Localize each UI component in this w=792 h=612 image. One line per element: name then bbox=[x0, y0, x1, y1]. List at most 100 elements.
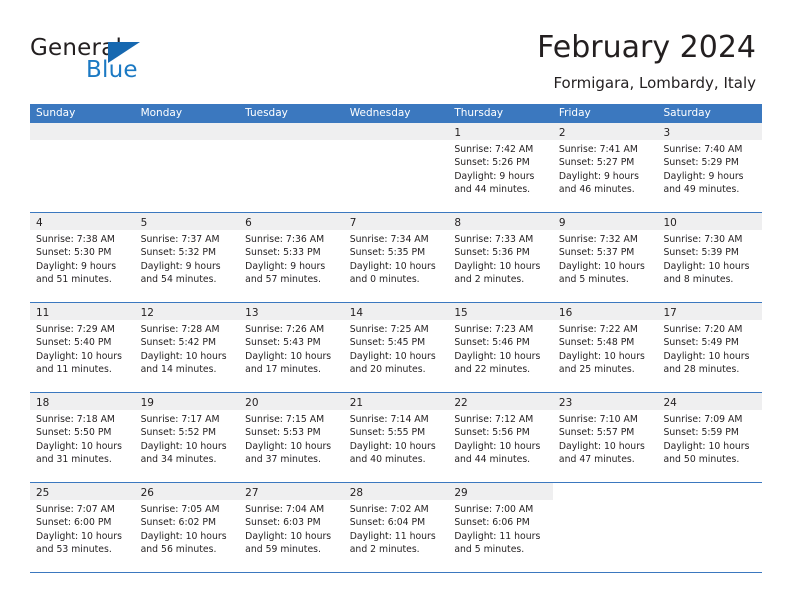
day-daylight2-text: and 49 minutes. bbox=[663, 184, 740, 196]
day-number: 8 bbox=[454, 217, 461, 229]
day-daylight1-text: Daylight: 10 hours bbox=[36, 350, 122, 362]
day-cell-21[interactable]: 21 Sunrise: 7:14 AM Sunset: 5:55 PM Dayligh… bbox=[343, 393, 449, 482]
day-details: Sunrise: 7:37 AM Sunset: 5:32 PM Daylight:… bbox=[135, 230, 240, 287]
day-number: 18 bbox=[36, 397, 50, 409]
day-cell-25[interactable]: 25 Sunrise: 7:07 AM Sunset: 6:00 PM Dayligh… bbox=[30, 483, 135, 572]
day-cell-12[interactable]: 12 Sunrise: 7:28 AM Sunset: 5:42 PM Dayligh… bbox=[134, 303, 240, 392]
day-cell-17[interactable]: 17 Sunrise: 7:20 AM Sunset: 5:49 PM Dayligh… bbox=[657, 303, 763, 392]
day-number: 28 bbox=[349, 487, 364, 499]
day-daylight2-text: and 2 minutes. bbox=[349, 544, 420, 556]
day-sunrise-text: Sunrise: 7:36 AM bbox=[245, 234, 325, 245]
day-sunrise-text: Sunrise: 7:42 AM bbox=[454, 144, 534, 155]
day-daylight2-text: and 53 minutes. bbox=[36, 544, 112, 556]
page-header: General Blue February 2024 Formigara, Lo… bbox=[0, 0, 792, 100]
brand-name-blue: Blue bbox=[86, 57, 138, 83]
day-cell-3[interactable]: 3 Sunrise: 7:40 AM Sunset: 5:29 PM Daylight… bbox=[657, 123, 763, 212]
day-cell-8[interactable]: 8 Sunrise: 7:33 AM Sunset: 5:36 PM Daylight… bbox=[448, 213, 553, 302]
day-number: 24 bbox=[663, 397, 677, 409]
day-daylight1-text: Daylight: 9 hours bbox=[245, 260, 326, 272]
day-number: 26 bbox=[140, 487, 154, 499]
day-number-band: 2 bbox=[552, 123, 658, 140]
day-details: Sunrise: 7:34 AM Sunset: 5:35 PM Daylight:… bbox=[344, 230, 449, 287]
day-daylight2-text: and 57 minutes. bbox=[245, 274, 321, 286]
day-daylight2-text: and 28 minutes. bbox=[663, 364, 740, 376]
day-number: 16 bbox=[558, 307, 573, 319]
day-cell-1[interactable]: 1 Sunrise: 7:42 AM Sunset: 5:26 PM Daylight… bbox=[448, 123, 553, 212]
day-daylight2-text: and 25 minutes. bbox=[558, 364, 635, 376]
day-cell-23[interactable]: 23 Sunrise: 7:10 AM Sunset: 5:57 PM Dayligh… bbox=[552, 393, 658, 482]
day-cell-26[interactable]: 26 Sunrise: 7:05 AM Sunset: 6:02 PM Dayligh… bbox=[134, 483, 240, 572]
day-daylight2-text: and 44 minutes. bbox=[454, 184, 531, 196]
day-cell-16[interactable]: 16 Sunrise: 7:22 AM Sunset: 5:48 PM Dayligh… bbox=[552, 303, 658, 392]
day-sunrise-text: Sunrise: 7:30 AM bbox=[663, 234, 743, 245]
day-sunrise-text: Sunrise: 7:23 AM bbox=[454, 324, 534, 335]
day-cell-19[interactable]: 19 Sunrise: 7:17 AM Sunset: 5:52 PM Dayligh… bbox=[134, 393, 240, 482]
page-title: February 2024 bbox=[537, 30, 756, 65]
day-details: Sunrise: 7:32 AM Sunset: 5:37 PM Daylight:… bbox=[553, 230, 658, 287]
day-daylight2-text: and 2 minutes. bbox=[454, 274, 525, 286]
day-cell-20[interactable]: 20 Sunrise: 7:15 AM Sunset: 5:53 PM Dayligh… bbox=[239, 393, 344, 482]
day-number: 22 bbox=[454, 397, 468, 409]
day-number-band: 15 bbox=[448, 303, 553, 320]
day-sunset-text: Sunset: 5:49 PM bbox=[663, 337, 739, 349]
day-number-band: 1 bbox=[448, 123, 553, 140]
day-number-band: 27 bbox=[239, 483, 344, 500]
day-sunrise-text: Sunrise: 7:15 AM bbox=[245, 414, 325, 425]
day-sunrise-text: Sunrise: 7:33 AM bbox=[454, 234, 534, 245]
day-sunrise-text: Sunrise: 7:25 AM bbox=[349, 324, 429, 335]
weekday-header-tuesday: Tuesday bbox=[245, 107, 288, 119]
day-daylight1-text: Daylight: 9 hours bbox=[36, 260, 117, 272]
day-cell-27[interactable]: 27 Sunrise: 7:04 AM Sunset: 6:03 PM Dayligh… bbox=[239, 483, 344, 572]
day-sunset-text: Sunset: 5:46 PM bbox=[454, 337, 530, 349]
day-cell-29[interactable]: 29 Sunrise: 7:00 AM Sunset: 6:06 PM Dayligh… bbox=[448, 483, 553, 572]
day-number-band: 28 bbox=[343, 483, 449, 500]
day-cell-22[interactable]: 22 Sunrise: 7:12 AM Sunset: 5:56 PM Dayligh… bbox=[448, 393, 553, 482]
day-number: 3 bbox=[663, 127, 671, 139]
weekday-header-friday: Friday bbox=[558, 107, 591, 119]
week-row: 25 Sunrise: 7:07 AM Sunset: 6:00 PM Dayligh… bbox=[30, 483, 762, 573]
day-cell-13[interactable]: 13 Sunrise: 7:26 AM Sunset: 5:43 PM Dayligh… bbox=[239, 303, 344, 392]
day-sunset-text: Sunset: 6:02 PM bbox=[140, 517, 217, 529]
day-sunset-text: Sunset: 5:52 PM bbox=[140, 427, 217, 439]
day-details: Sunrise: 7:20 AM Sunset: 5:49 PM Daylight:… bbox=[657, 320, 762, 377]
day-details: Sunrise: 7:38 AM Sunset: 5:30 PM Daylight:… bbox=[30, 230, 135, 287]
day-cell-15[interactable]: 15 Sunrise: 7:23 AM Sunset: 5:46 PM Dayligh… bbox=[448, 303, 553, 392]
day-cell-4[interactable]: 4 Sunrise: 7:38 AM Sunset: 5:30 PM Daylight… bbox=[30, 213, 135, 302]
day-cell-18[interactable]: 18 Sunrise: 7:18 AM Sunset: 5:50 PM Dayligh… bbox=[30, 393, 135, 482]
day-details: Sunrise: 7:36 AM Sunset: 5:33 PM Daylight:… bbox=[239, 230, 344, 287]
calendar-grid: Sunday Monday Tuesday Wednesday Thursday Frid… bbox=[30, 104, 763, 573]
week-row: 1 Sunrise: 7:42 AM Sunset: 5:26 PM Daylight… bbox=[30, 123, 763, 213]
day-cell-14[interactable]: 14 Sunrise: 7:25 AM Sunset: 5:45 PM Dayligh… bbox=[343, 303, 449, 392]
day-sunset-text: Sunset: 6:06 PM bbox=[454, 517, 530, 529]
day-number-band bbox=[553, 483, 658, 500]
day-cell-10[interactable]: 10 Sunrise: 7:30 AM Sunset: 5:39 PM Dayligh… bbox=[657, 213, 763, 302]
day-cell-7[interactable]: 7 Sunrise: 7:34 AM Sunset: 5:35 PM Daylight… bbox=[343, 213, 449, 302]
day-number-band: 3 bbox=[657, 123, 763, 140]
day-number: 20 bbox=[245, 397, 259, 409]
title-block: February 2024 Formigara, Lombardy, Italy bbox=[537, 30, 756, 94]
weekday-header-thursday: Thursday bbox=[454, 107, 504, 119]
day-details: Sunrise: 7:14 AM Sunset: 5:55 PM Daylight:… bbox=[344, 410, 449, 467]
day-number-band: 18 bbox=[30, 393, 135, 410]
day-daylight2-text: and 54 minutes. bbox=[140, 274, 217, 286]
day-details: Sunrise: 7:29 AM Sunset: 5:40 PM Daylight:… bbox=[30, 320, 135, 377]
day-number-band: 13 bbox=[239, 303, 344, 320]
day-sunset-text: Sunset: 6:04 PM bbox=[349, 517, 426, 529]
day-cell-5[interactable]: 5 Sunrise: 7:37 AM Sunset: 5:32 PM Daylight… bbox=[134, 213, 240, 302]
day-details: Sunrise: 7:09 AM Sunset: 5:59 PM Daylight:… bbox=[657, 410, 762, 467]
day-cell-2[interactable]: 2 Sunrise: 7:41 AM Sunset: 5:27 PM Daylight… bbox=[552, 123, 658, 212]
day-cell-24[interactable]: 24 Sunrise: 7:09 AM Sunset: 5:59 PM Dayligh… bbox=[657, 393, 763, 482]
day-number-band: 23 bbox=[552, 393, 658, 410]
day-cell-9[interactable]: 9 Sunrise: 7:32 AM Sunset: 5:37 PM Daylight… bbox=[552, 213, 658, 302]
weekday-header-sunday: Sunday bbox=[36, 107, 76, 119]
day-cell-28[interactable]: 28 Sunrise: 7:02 AM Sunset: 6:04 PM Dayligh… bbox=[343, 483, 449, 572]
day-sunset-text: Sunset: 5:48 PM bbox=[558, 337, 635, 349]
day-cell-6[interactable]: 6 Sunrise: 7:36 AM Sunset: 5:33 PM Daylight… bbox=[239, 213, 344, 302]
day-sunrise-text: Sunrise: 7:07 AM bbox=[36, 504, 115, 515]
day-sunrise-text: Sunrise: 7:12 AM bbox=[454, 414, 534, 425]
day-details: Sunrise: 7:40 AM Sunset: 5:29 PM Daylight:… bbox=[657, 140, 762, 197]
day-number-band: 24 bbox=[657, 393, 763, 410]
day-number: 5 bbox=[140, 217, 148, 229]
day-cell-empty bbox=[553, 483, 658, 572]
day-cell-11[interactable]: 11 Sunrise: 7:29 AM Sunset: 5:40 PM Dayligh… bbox=[30, 303, 135, 392]
